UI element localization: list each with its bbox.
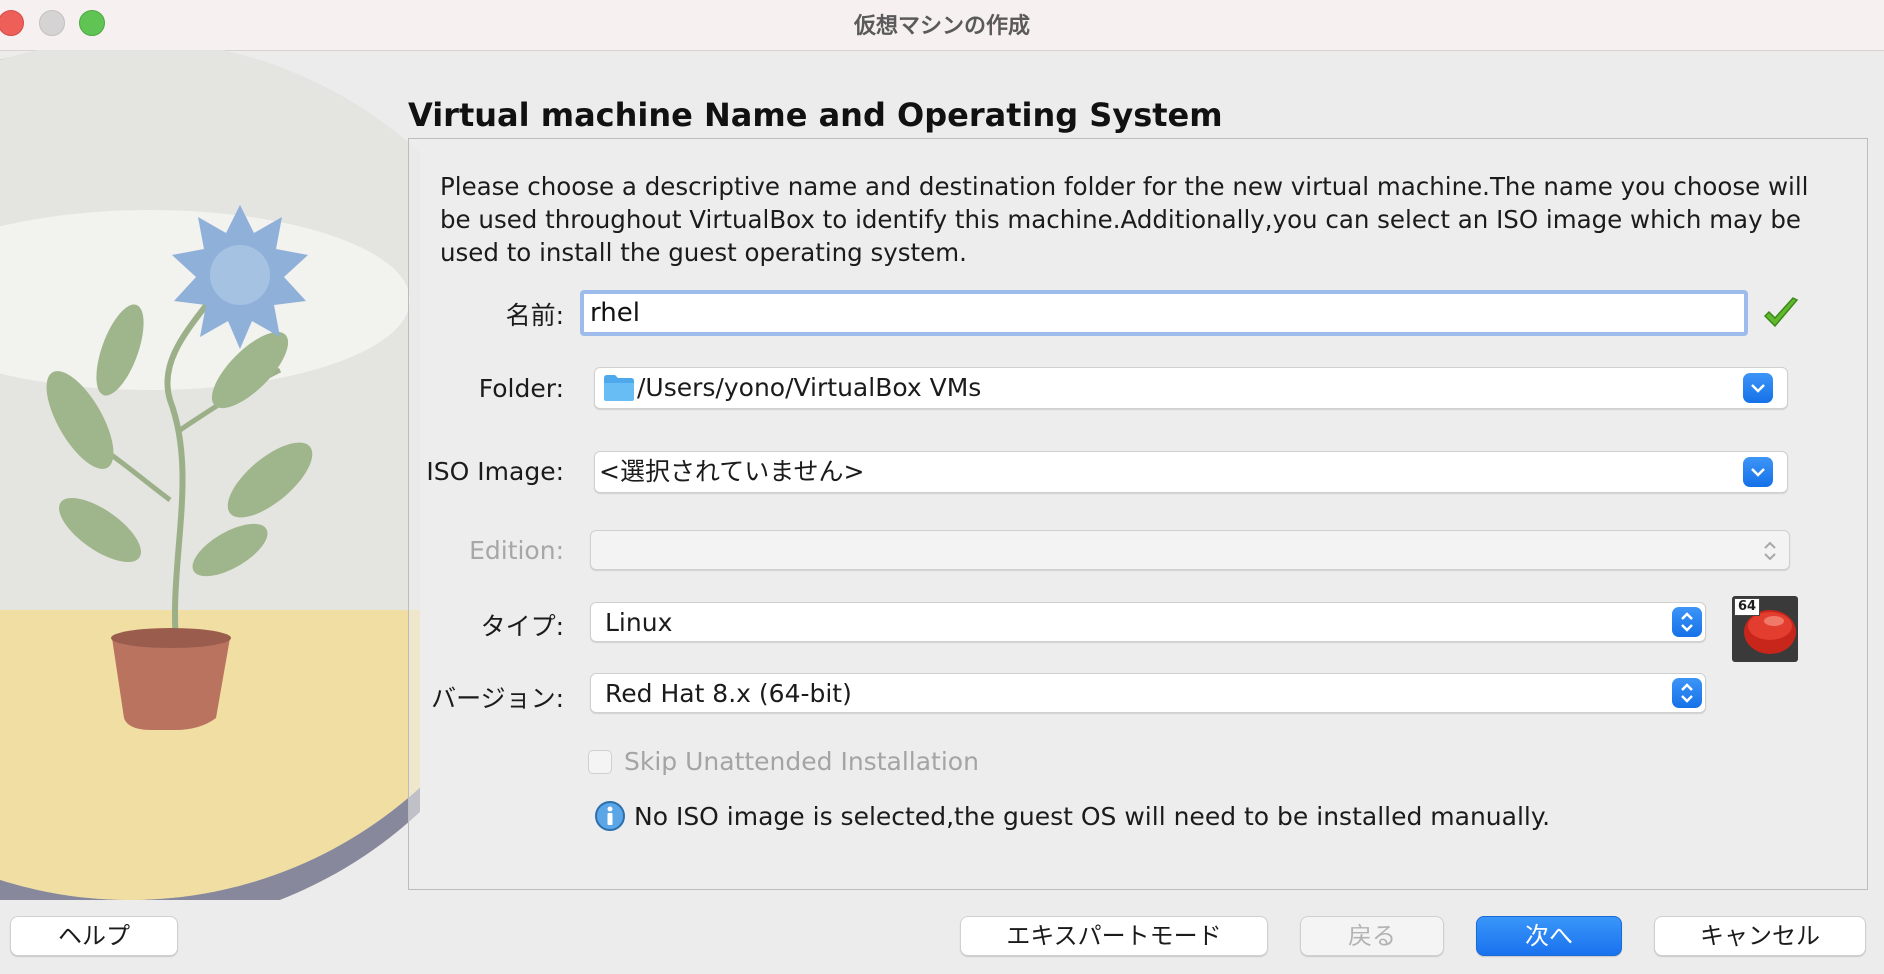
type-value: Linux [605,608,673,637]
folder-dropdown-button[interactable] [1743,373,1773,403]
updown-arrows-icon [1764,541,1776,561]
version-select[interactable]: Red Hat 8.x (64-bit) [590,673,1706,713]
version-value: Red Hat 8.x (64-bit) [605,679,852,708]
updown-arrows-icon [1681,683,1693,703]
version-stepper-button[interactable] [1672,678,1702,708]
skip-unattended-label: Skip Unattended Installation [624,747,979,776]
updown-arrows-icon [1681,612,1693,632]
type-select[interactable]: Linux [590,602,1706,642]
info-message: No ISO image is selected,the guest OS wi… [634,802,1551,831]
page-heading: Virtual machine Name and Operating Syste… [408,96,1223,134]
iso-label: ISO Image: [426,457,564,486]
type-label: タイプ: [480,612,564,641]
name-input[interactable]: rhel [580,290,1748,336]
version-label: バージョン: [431,684,564,713]
info-icon [595,801,625,831]
next-button[interactable]: 次へ [1476,916,1622,956]
page-description: Please choose a descriptive name and des… [440,172,1809,267]
folder-combo[interactable]: /Users/yono/VirtualBox VMs [594,367,1788,409]
os-64bit-badge: 64 [1734,598,1761,616]
edition-label: Edition: [469,536,564,565]
iso-dropdown-button[interactable] [1743,457,1773,487]
iso-combo[interactable]: <選択されていません> [594,451,1788,493]
cancel-button[interactable]: キャンセル [1654,916,1866,956]
back-button: 戻る [1300,916,1444,956]
chevron-down-icon [1751,468,1765,477]
chevron-down-icon [1751,384,1765,393]
folder-path: /Users/yono/VirtualBox VMs [637,373,982,402]
iso-value: <選択されていません> [599,457,865,486]
expert-mode-button[interactable]: エキスパートモード [960,916,1268,956]
wizard-illustration [0,50,420,900]
help-button[interactable]: ヘルプ [10,916,178,956]
edition-select [590,530,1790,570]
folder-icon [604,375,634,401]
skip-unattended-checkbox [588,750,612,774]
valid-checkmark-icon [1763,297,1799,328]
os-type-icon: 64 [1732,596,1798,666]
folder-label: Folder: [478,374,564,403]
title-bar: 仮想マシンの作成 [0,0,1884,51]
name-label: 名前: [505,301,564,330]
type-stepper-button[interactable] [1672,607,1702,637]
window-title: 仮想マシンの作成 [853,14,1030,39]
